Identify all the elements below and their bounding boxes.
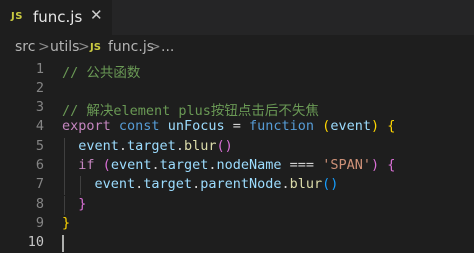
line-number: 9 (35, 214, 44, 231)
code-token: . (192, 176, 201, 193)
code-line[interactable]: 8 } (0, 195, 474, 215)
code-token: export (62, 118, 111, 135)
code-line[interactable]: 4 export const unFocus = function (event)… (0, 118, 474, 137)
chevron-right-icon: > (78, 39, 90, 55)
code-line[interactable]: 2 (0, 80, 474, 99)
code-token: . (175, 137, 184, 154)
text-cursor (62, 235, 64, 253)
tab-func-js[interactable]: JS func.js ✕ (0, 0, 112, 35)
breadcrumb: src > utils > JS func.js > ... (0, 35, 474, 61)
code-token: = (224, 118, 249, 135)
code-token: { (387, 118, 396, 135)
code-token: // 公共函数 (62, 64, 141, 81)
code-line[interactable]: 1 // 公共函数 (0, 60, 474, 81)
code-token: ( (102, 157, 111, 173)
code-token: function (249, 118, 315, 135)
code-token: event (110, 157, 152, 173)
chevron-right-icon: > (149, 39, 161, 55)
code-text: } (62, 196, 86, 212)
code-text: event.target.blur() (62, 137, 233, 154)
code-token: } (78, 195, 87, 212)
code-line[interactable]: 6 if (event.target.nodeName === 'SPAN') … (0, 157, 474, 176)
code-text: // 解决element plus按钮点击后不失焦 (62, 99, 319, 119)
tab-label: func.js (33, 8, 83, 26)
code-text: export const unFocus = function (event) … (62, 118, 395, 134)
javascript-file-icon: JS (90, 42, 101, 53)
code-token: 'SPAN' (322, 157, 371, 173)
code-editor[interactable]: 1 // 公共函数 2 3 // 解决element plus按钮点击后不失焦 4 expo… (0, 60, 474, 253)
breadcrumb-item-func-js[interactable]: func.js (108, 39, 154, 55)
code-token: . (151, 157, 160, 173)
breadcrumb-item-symbols[interactable]: ... (161, 39, 174, 55)
code-token: if (78, 157, 95, 173)
breadcrumb-item-utils[interactable]: utils (50, 39, 79, 55)
code-token: // 解决element plus按钮点击后不失焦 (62, 103, 319, 120)
code-token: blur (289, 176, 323, 193)
code-text: event.target.parentNode.blur() (62, 176, 339, 193)
line-number: 10 (27, 234, 44, 251)
line-number: 8 (35, 195, 44, 212)
tab-bar: JS func.js ✕ (0, 0, 474, 35)
code-token: () (322, 176, 339, 193)
code-token: event (78, 137, 119, 154)
code-token: unFocus (167, 118, 225, 135)
code-line[interactable]: 10 (0, 234, 474, 253)
line-number: 7 (35, 176, 44, 193)
code-line[interactable]: 5 event.target.blur() (0, 137, 474, 157)
code-line[interactable]: 3 // 解决element plus按钮点击后不失焦 (0, 99, 474, 119)
chevron-right-icon: > (38, 39, 50, 55)
code-token: { (387, 157, 396, 173)
line-number: 5 (35, 137, 44, 154)
line-number: 1 (35, 60, 44, 77)
code-token: . (208, 157, 217, 173)
code-token: target (143, 176, 193, 193)
code-line[interactable]: 9} (0, 215, 474, 234)
code-token: ) (370, 118, 380, 135)
javascript-file-icon: JS (11, 11, 23, 22)
code-token: nodeName (216, 157, 282, 173)
breadcrumb-item-src[interactable]: src (15, 39, 35, 55)
code-line[interactable]: 7 event.target.parentNode.blur() (0, 176, 474, 196)
code-token: === (281, 157, 323, 173)
code-token: ) (370, 157, 380, 173)
line-number: 2 (35, 79, 44, 96)
line-number: 3 (35, 99, 44, 116)
code-token: event (330, 118, 371, 135)
code-token: target (127, 137, 176, 154)
code-text: if (event.target.nodeName === 'SPAN') { (62, 157, 395, 173)
line-number: 6 (35, 157, 44, 173)
code-token: . (281, 176, 290, 193)
code-token: target (159, 157, 209, 173)
code-token: parentNode (200, 176, 282, 193)
code-token: const (118, 118, 160, 135)
code-token: } (62, 214, 71, 231)
code-token: () (216, 137, 233, 154)
line-number: 4 (35, 118, 44, 135)
close-icon[interactable]: ✕ (90, 6, 103, 24)
code-token: event (94, 176, 136, 193)
code-token: . (118, 137, 128, 154)
code-token: blur (183, 137, 217, 154)
code-text: // 公共函数 (62, 61, 140, 81)
code-text: } (62, 215, 70, 231)
